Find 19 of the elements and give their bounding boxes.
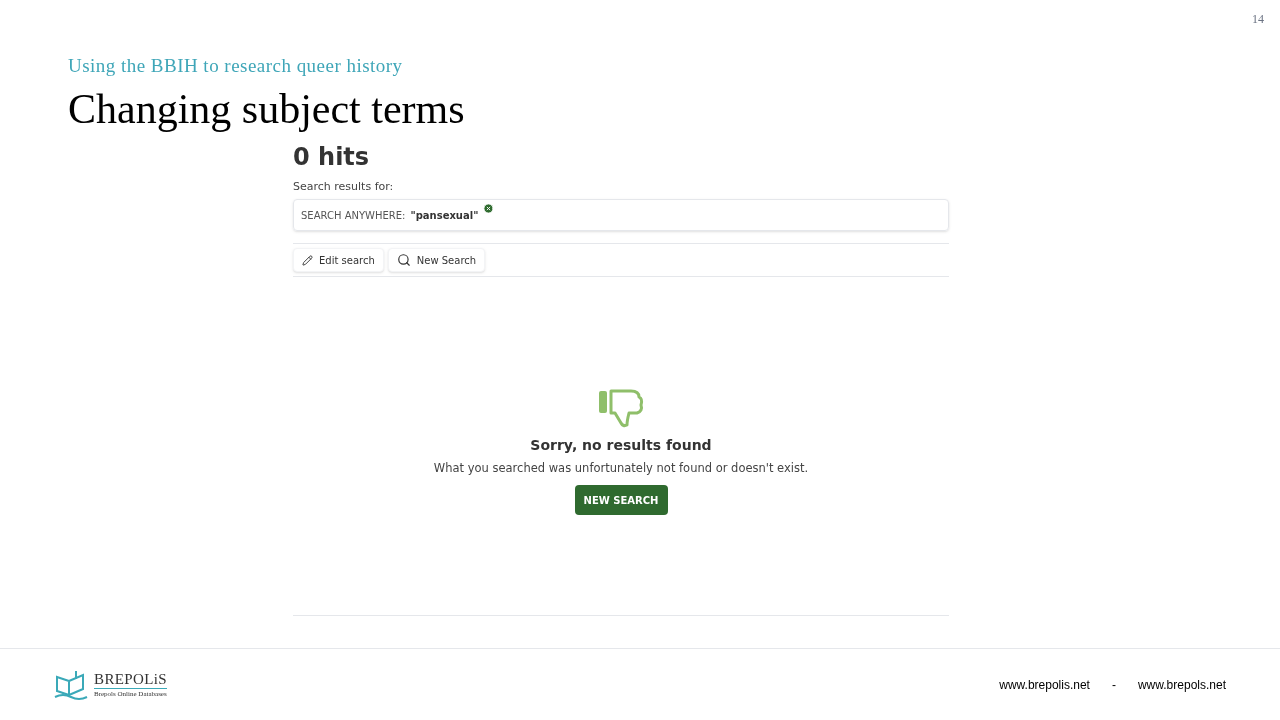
slide-number: 14 [1252,11,1264,28]
footer-link[interactable]: www.brepols.net [1137,675,1226,694]
footer-link[interactable]: www.brepolis.net [999,675,1090,694]
empty-message: What you searched was unfortunately not found or doesn't exist. [433,460,809,477]
book-ship-logo-icon [54,668,88,701]
remove-filter-icon[interactable] [483,203,495,214]
filter-field: SEARCH ANYWHERE: [301,207,406,223]
search-icon [396,253,411,267]
slide-subtitle: Using the BBIH to research queer history [68,54,404,78]
empty-heading: Sorry, no results found [530,436,712,455]
action-button[interactable]: New Search [387,248,486,272]
hits-heading: 0 hits [293,141,371,173]
brand-name: BREPOLiS [94,669,168,689]
new-search-button[interactable]: NEW SEARCH [574,485,668,516]
filter-term: "pansexual" [410,208,479,223]
slide-title: Changing subject terms [68,84,466,134]
results-label: Search results for: [293,178,395,195]
action-button[interactable]: Edit search [293,248,384,272]
pencil-icon [302,254,313,266]
